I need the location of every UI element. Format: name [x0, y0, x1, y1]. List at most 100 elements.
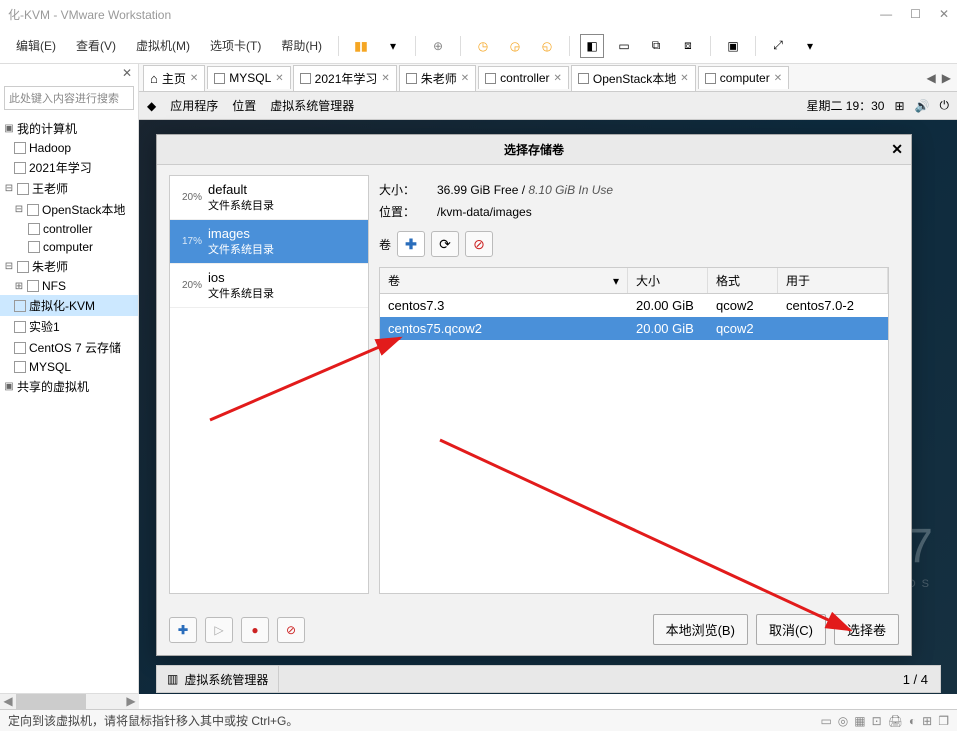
tab-next-icon[interactable]: ▶ — [942, 71, 951, 85]
tab-prev-icon[interactable]: ◀ — [927, 71, 936, 85]
window-controls: — ☐ ✕ — [880, 7, 949, 21]
close-button[interactable]: ✕ — [939, 7, 949, 21]
titlebar: 化-KVM - VMware Workstation — ☐ ✕ — [0, 0, 957, 28]
menubar: 编辑(E) 查看(V) 虚拟机(M) 选项卡(T) 帮助(H) ▮▮ ▾ ⊕ ◷… — [0, 28, 957, 64]
volume-panel: 大小：36.99 GiB Free / 8.10 GiB In Use 位置：/… — [369, 175, 899, 594]
tab-zhu[interactable]: 朱老师✕ — [399, 65, 476, 91]
device-icon[interactable]: 🖨 — [888, 714, 903, 728]
menu-help[interactable]: 帮助(H) — [273, 33, 330, 58]
cancel-button[interactable]: 取消(C) — [756, 614, 826, 645]
play-pool-button[interactable]: ▷ — [205, 617, 233, 643]
layout1-icon[interactable]: ◧ — [580, 34, 604, 58]
tree-item[interactable]: controller — [0, 220, 138, 238]
maximize-button[interactable]: ☐ — [910, 7, 921, 21]
storage-volume-dialog: 选择存储卷 ✕ 20% default文件系统目录 17% images文件系统… — [156, 134, 912, 656]
taskbar-app[interactable]: ▥ 虚拟系统管理器 — [157, 666, 279, 692]
delete-volume-button[interactable]: ⊘ — [465, 231, 493, 257]
browse-local-button[interactable]: 本地浏览(B) — [653, 614, 748, 645]
minimize-button[interactable]: — — [880, 7, 892, 21]
gnome-apps[interactable]: 应用程序 — [170, 97, 218, 114]
clock-label: 星期二 19：30 — [806, 97, 884, 114]
tree-item[interactable]: CentOS 7 云存储 — [0, 337, 138, 358]
sidebar-hscroll[interactable]: ◀▶ — [0, 693, 139, 709]
tree-item[interactable]: 实验1 — [0, 316, 138, 337]
tree-item[interactable]: ⊞NFS — [0, 277, 138, 295]
clock2-icon[interactable]: ◶ — [503, 34, 527, 58]
close-icon[interactable]: ✕ — [461, 73, 469, 84]
col-size[interactable]: 大小 — [628, 268, 708, 293]
tree-item[interactable]: computer — [0, 238, 138, 256]
col-format[interactable]: 格式 — [708, 268, 778, 293]
gnome-vmm[interactable]: 虚拟系统管理器 — [270, 97, 354, 114]
tree-item[interactable]: ⊟OpenStack本地 — [0, 199, 138, 220]
clock3-icon[interactable]: ◵ — [535, 34, 559, 58]
close-icon[interactable]: ✕ — [774, 73, 782, 84]
tab-home[interactable]: 主页✕ — [143, 65, 205, 91]
menu-tabs[interactable]: 选项卡(T) — [202, 33, 269, 58]
pool-item-default[interactable]: 20% default文件系统目录 — [170, 176, 368, 220]
choose-volume-button[interactable]: 选择卷 — [834, 614, 899, 645]
close-icon[interactable]: ✕ — [680, 73, 688, 84]
network-icon[interactable]: ⊞ — [894, 99, 904, 113]
clock1-icon[interactable]: ◷ — [471, 34, 495, 58]
snapshot-icon[interactable]: ⊕ — [426, 34, 450, 58]
tab-computer[interactable]: computer✕ — [698, 66, 789, 89]
layout2-icon[interactable]: ▭ — [612, 34, 636, 58]
device-icon[interactable]: ◎ — [838, 714, 848, 728]
fullscreen-icon[interactable]: ⤢ — [766, 34, 790, 58]
close-icon[interactable]: ✕ — [554, 73, 562, 84]
tree-shared[interactable]: ▣共享的虚拟机 — [0, 376, 138, 397]
close-icon[interactable]: ✕ — [190, 73, 198, 84]
volume-row[interactable]: centos7.3 20.00 GiB qcow2 centos7.0-2 — [380, 294, 888, 317]
col-name[interactable]: 卷▾ — [380, 268, 628, 293]
volume-row-selected[interactable]: centos75.qcow2 20.00 GiB qcow2 — [380, 317, 888, 340]
menu-edit[interactable]: 编辑(E) — [8, 33, 64, 58]
workspace-indicator[interactable]: 1 / 4 — [891, 672, 940, 687]
app-icon: ▥ — [167, 672, 178, 686]
tree-root[interactable]: ▣我的计算机 — [0, 118, 138, 139]
menu-vm[interactable]: 虚拟机(M) — [128, 33, 198, 58]
dropdown-icon[interactable]: ▾ — [381, 34, 405, 58]
device-icon[interactable]: ⊞ — [922, 714, 932, 728]
device-icon[interactable]: ▭ — [820, 714, 831, 728]
tab-2021[interactable]: 2021年学习✕ — [293, 65, 397, 91]
col-used[interactable]: 用于 — [778, 268, 888, 293]
stop-pool-button[interactable]: ● — [241, 617, 269, 643]
tree-item[interactable]: Hadoop — [0, 139, 138, 157]
tab-openstack[interactable]: OpenStack本地✕ — [571, 65, 696, 91]
tree-item-selected[interactable]: 虚拟化-KVM — [0, 295, 138, 316]
tree-item[interactable]: 2021年学习 — [0, 157, 138, 178]
close-icon[interactable]: ✕ — [381, 73, 389, 84]
pause-icon[interactable]: ▮▮ — [349, 34, 373, 58]
dropdown2-icon[interactable]: ▾ — [798, 34, 822, 58]
pool-item-ios[interactable]: 20% ios文件系统目录 — [170, 264, 368, 308]
whisker-icon[interactable]: ◆ — [147, 99, 156, 113]
device-icon[interactable]: ⊡ — [872, 714, 882, 728]
dialog-footer: ✚ ▷ ● ⊘ 本地浏览(B) 取消(C) 选择卷 — [157, 604, 911, 655]
vol-label: 卷 — [379, 236, 391, 253]
volume-icon[interactable]: 🔊 — [915, 99, 930, 113]
menu-view[interactable]: 查看(V) — [68, 33, 124, 58]
device-icon[interactable]: ◐ — [909, 714, 916, 728]
device-icon[interactable]: ▦ — [854, 714, 865, 728]
layout3-icon[interactable]: ⧉ — [644, 34, 668, 58]
search-input[interactable]: 此处键入内容进行搜索 — [4, 86, 134, 110]
layout4-icon[interactable]: ⧈ — [676, 34, 700, 58]
add-volume-button[interactable]: ✚ — [397, 231, 425, 257]
console-icon[interactable]: ▣ — [721, 34, 745, 58]
power-icon[interactable]: ⏻ — [940, 98, 950, 113]
sidebar-close-icon[interactable]: ✕ — [0, 64, 138, 82]
tree-item[interactable]: ⊟王老师 — [0, 178, 138, 199]
tree-item[interactable]: ⊟朱老师 — [0, 256, 138, 277]
pool-item-images[interactable]: 17% images文件系统目录 — [170, 220, 368, 264]
gnome-places[interactable]: 位置 — [232, 97, 256, 114]
tree-item[interactable]: MYSQL — [0, 358, 138, 376]
close-icon[interactable]: ✕ — [275, 73, 283, 84]
delete-pool-button[interactable]: ⊘ — [277, 617, 305, 643]
add-pool-button[interactable]: ✚ — [169, 617, 197, 643]
dialog-close-icon[interactable]: ✕ — [891, 141, 903, 158]
device-icon[interactable]: ❐ — [938, 714, 949, 728]
tab-controller[interactable]: controller✕ — [478, 66, 569, 89]
refresh-button[interactable]: ⟳ — [431, 231, 459, 257]
tab-mysql[interactable]: MYSQL✕ — [207, 66, 290, 89]
